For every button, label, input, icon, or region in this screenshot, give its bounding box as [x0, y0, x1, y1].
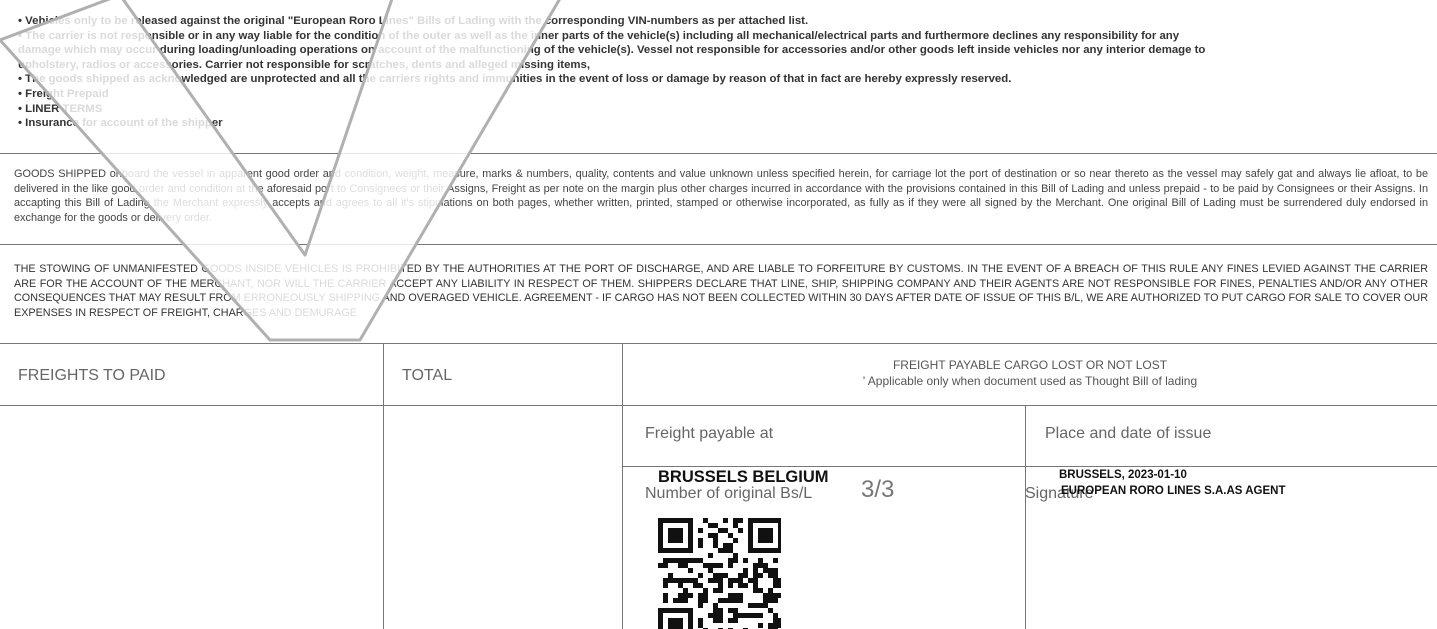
table-row-rule	[0, 405, 1437, 406]
place-date-value: BRUSSELS, 2023-01-10	[1059, 469, 1187, 481]
freights-label: FREIGHTS TO PAID	[18, 367, 166, 384]
originals-label: Number of original Bs/L	[645, 485, 813, 502]
signature-value: EUROPEAN RORO LINES S.A.AS AGENT	[1061, 485, 1286, 497]
column-rule	[383, 343, 384, 629]
total-label: TOTAL	[402, 367, 453, 384]
freight-payable-at-value: BRUSSELS BELGIUM	[658, 468, 829, 486]
table-row-rule	[622, 466, 1437, 467]
qr-code-icon	[658, 518, 781, 629]
place-date-label: Place and date of issue	[1045, 425, 1212, 442]
freight-notice-sub: ' Applicable only when document used as …	[862, 374, 1198, 388]
originals-value: 3/3	[861, 476, 895, 503]
freight-notice: FREIGHT PAYABLE CARGO LOST OR NOT LOST	[892, 358, 1168, 372]
freight-payable-at-label: Freight payable at	[645, 425, 774, 442]
column-rule	[1025, 405, 1026, 629]
checkmark-watermark-icon	[0, 0, 561, 342]
